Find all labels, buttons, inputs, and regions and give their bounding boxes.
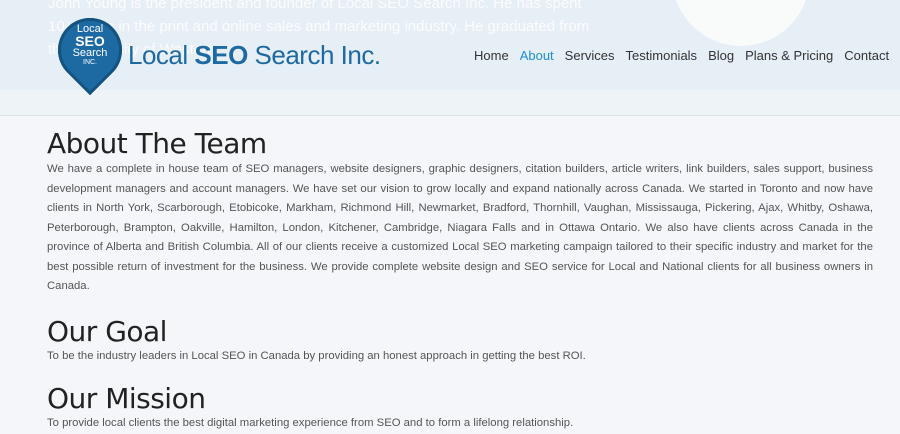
nav-testimonials[interactable]: Testimonials bbox=[626, 48, 698, 63]
mission-section: Our Mission To provide local clients the… bbox=[47, 384, 873, 434]
goal-paragraph: To be the industry leaders in Local SEO … bbox=[47, 349, 586, 362]
mission-heading: Our Mission bbox=[47, 382, 206, 415]
site-header: John Young is the president and founder … bbox=[0, 0, 900, 116]
nav-plans-pricing[interactable]: Plans & Pricing bbox=[745, 48, 833, 63]
nav-about[interactable]: About bbox=[520, 48, 554, 63]
nav-blog[interactable]: Blog bbox=[708, 48, 734, 63]
mission-paragraph: To provide local clients the best digita… bbox=[47, 417, 574, 429]
logo-wordmark-bold: SEO bbox=[194, 40, 248, 70]
goal-heading: Our Goal bbox=[47, 314, 167, 348]
about-section: About The Team We have a complete in hou… bbox=[47, 128, 873, 297]
about-heading: About The Team bbox=[47, 127, 267, 160]
logo-wordmark-prefix: Local bbox=[128, 40, 195, 70]
logo-wordmark: Local SEO Search Inc. bbox=[128, 40, 381, 71]
logo-pin-text: Local SEO Search INC. bbox=[64, 22, 116, 78]
nav-contact[interactable]: Contact bbox=[844, 48, 889, 63]
site-logo[interactable]: Local SEO Search INC. Local SEO Search I… bbox=[44, 4, 398, 96]
nav-services[interactable]: Services bbox=[565, 48, 615, 63]
logo-pin-line: Search bbox=[72, 47, 108, 59]
logo-pin-line: INC. bbox=[83, 59, 97, 66]
goal-section: Our Goal To be the industry leaders in L… bbox=[47, 314, 873, 367]
about-paragraph: We have a complete in house team of SEO … bbox=[47, 163, 873, 292]
main-nav: Home About Services Testimonials Blog Pl… bbox=[474, 48, 900, 63]
logo-wordmark-suffix: Search Inc. bbox=[247, 40, 382, 70]
nav-home[interactable]: Home bbox=[474, 48, 509, 63]
page-content: About The Team We have a complete in hou… bbox=[47, 128, 873, 434]
